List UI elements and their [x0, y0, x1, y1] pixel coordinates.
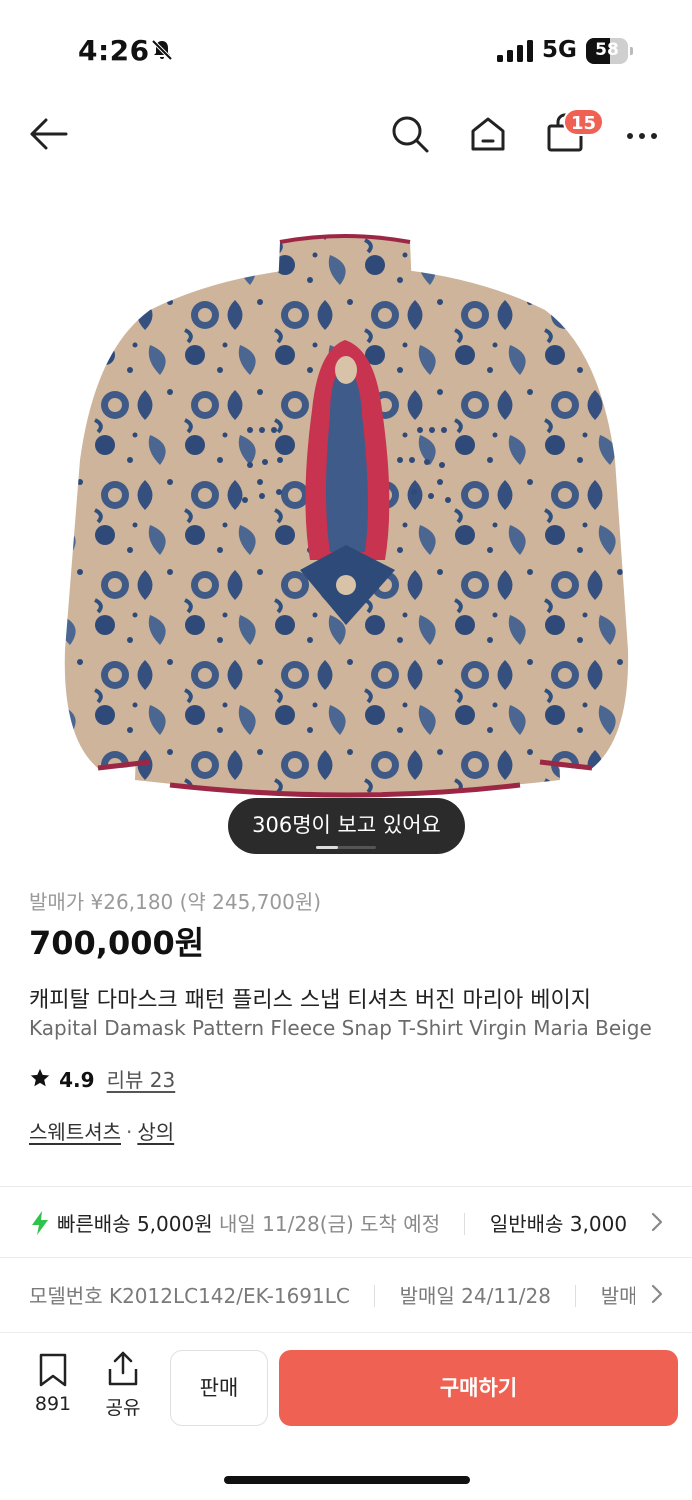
chevron-right-icon[interactable] [648, 1282, 666, 1306]
fast-shipping-fee: 빠른배송 5,000원 [57, 1212, 213, 1236]
status-bar: 4:26 5G 58 [0, 0, 692, 100]
home-icon[interactable] [466, 112, 510, 156]
signal-icon [497, 40, 533, 62]
star-icon [30, 1068, 50, 1087]
top-nav-bar: 15 [0, 100, 692, 170]
category-link-tops[interactable]: 상의 [137, 1120, 174, 1144]
shipping-info: 빠른배송 5,000원 내일 11/28(금) 도착 예정 일반배송 3,000 [57, 1208, 637, 1237]
category-separator: · [126, 1120, 133, 1144]
buy-button[interactable]: 구매하기 [279, 1350, 678, 1426]
release-more: 발매 [600, 1284, 635, 1308]
bottom-action-bar: 891 공유 판매 구매하기 [0, 1332, 692, 1500]
search-icon[interactable] [388, 112, 432, 156]
category-link-sweatshirts[interactable]: 스웨트셔츠 [29, 1120, 121, 1144]
release-date: 발매일 24/11/28 [399, 1284, 551, 1308]
product-title-english: Kapital Damask Pattern Fleece Snap T-Shi… [29, 1016, 652, 1040]
lightning-bolt-icon [32, 1211, 48, 1235]
category-breadcrumb: 스웨트셔츠 · 상의 [29, 1116, 174, 1145]
home-indicator[interactable] [224, 1476, 470, 1484]
chevron-right-icon[interactable] [648, 1210, 666, 1234]
back-arrow-icon[interactable] [26, 112, 70, 156]
network-label: 5G [542, 37, 577, 63]
share-label: 공유 [105, 1397, 141, 1419]
rating-value: 4.9 [59, 1068, 95, 1092]
fast-shipping-eta: 내일 11/28(금) 도착 예정 [218, 1212, 441, 1236]
model-number: 모델번호 K2012LC142/EK-1691LC [29, 1284, 350, 1308]
status-time: 4:26 [78, 34, 150, 67]
release-price: 발매가 ¥26,180 (약 245,700원) [29, 890, 322, 914]
sell-button[interactable]: 판매 [170, 1350, 268, 1426]
product-details-info: 모델번호 K2012LC142/EK-1691LC 발매일 24/11/28 발… [29, 1280, 635, 1309]
share-icon[interactable] [106, 1351, 140, 1387]
divider [0, 1186, 692, 1187]
cart-count-badge: 15 [563, 108, 605, 136]
rating-row: 4.9 리뷰 23 [29, 1064, 175, 1092]
battery-percent: 58 [595, 40, 619, 60]
review-count-link[interactable]: 리뷰 23 [107, 1064, 176, 1093]
more-icon[interactable] [620, 114, 664, 158]
image-pager-indicator [316, 846, 338, 849]
bookmark-count: 891 [34, 1393, 72, 1415]
product-details-row[interactable]: 모델번호 K2012LC142/EK-1691LC 발매일 24/11/28 발… [0, 1258, 692, 1330]
battery-icon: 58 [586, 38, 633, 64]
normal-shipping-fee: 일반배송 3,000 [489, 1212, 628, 1236]
product-title-korean: 캐피탈 다마스크 패턴 플리스 스냅 티셔츠 버진 마리아 베이지 [29, 988, 591, 1013]
product-image[interactable] [0, 200, 692, 860]
bell-slash-icon [151, 39, 173, 61]
current-price: 700,000원 [29, 924, 205, 962]
shipping-options-row[interactable]: 빠른배송 5,000원 내일 11/28(금) 도착 예정 일반배송 3,000 [0, 1188, 692, 1256]
bookmark-icon[interactable] [37, 1353, 69, 1387]
